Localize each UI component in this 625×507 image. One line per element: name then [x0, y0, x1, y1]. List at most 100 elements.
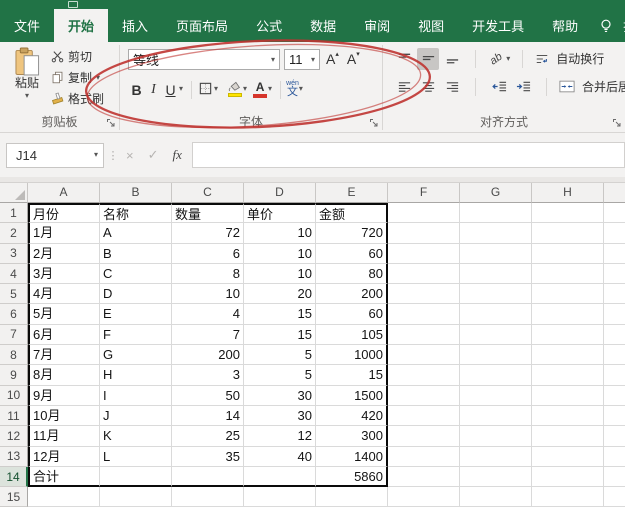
cell-I11[interactable]: [604, 406, 625, 427]
phonetic-guide-button[interactable]: wén 文: [286, 80, 299, 98]
tab-页面布局[interactable]: 页面布局: [162, 9, 242, 42]
font-color-dropdown-arrow[interactable]: ▾: [268, 85, 272, 93]
cell-C4[interactable]: 8: [172, 263, 244, 285]
cell-E8[interactable]: 1000: [316, 345, 388, 366]
cell-D9[interactable]: 5: [244, 365, 316, 386]
cell-G13[interactable]: [460, 446, 532, 467]
cell-F7[interactable]: [388, 324, 460, 346]
font-name-combo[interactable]: 等线 ▾: [128, 49, 280, 70]
cell-D13[interactable]: 40: [244, 446, 316, 467]
cell-I4[interactable]: [604, 264, 625, 285]
cell-A8[interactable]: 7月: [28, 345, 100, 366]
cell-B3[interactable]: B: [100, 243, 172, 264]
cell-B12[interactable]: K: [100, 426, 172, 447]
tab-插入[interactable]: 插入: [108, 9, 162, 42]
cell-I9[interactable]: [604, 365, 625, 386]
cell-H3[interactable]: [532, 243, 604, 264]
cell-A9[interactable]: 8月: [28, 365, 100, 386]
cell-G5[interactable]: [460, 284, 532, 305]
row-header-13[interactable]: 13: [0, 446, 28, 467]
cell-G1[interactable]: [460, 203, 532, 224]
cell-I8[interactable]: [604, 345, 625, 366]
cell-B13[interactable]: L: [100, 446, 172, 467]
font-size-dropdown-arrow[interactable]: ▾: [311, 55, 315, 64]
cell-H9[interactable]: [532, 365, 604, 386]
insert-function-button[interactable]: fx: [173, 147, 182, 163]
cell-B8[interactable]: G: [100, 345, 172, 366]
row-header-14[interactable]: 14: [0, 466, 28, 488]
cell-B14[interactable]: [100, 466, 172, 488]
cell-C7[interactable]: 7: [172, 324, 244, 346]
fill-color-dropdown-arrow[interactable]: ▾: [243, 85, 247, 93]
cell-F2[interactable]: [388, 223, 460, 244]
cell-A4[interactable]: 3月: [28, 263, 100, 285]
cell-E4[interactable]: 80: [316, 263, 388, 285]
cell-A3[interactable]: 2月: [28, 243, 100, 264]
cell-I13[interactable]: [604, 447, 625, 467]
clipboard-dialog-launcher-icon[interactable]: [106, 118, 116, 128]
row-header-2[interactable]: 2: [0, 223, 28, 244]
cell-C10[interactable]: 50: [172, 385, 244, 406]
cell-F4[interactable]: [388, 263, 460, 285]
name-box[interactable]: J14 ▾: [6, 142, 104, 168]
format-painter-button[interactable]: 格式刷: [51, 90, 104, 107]
cell-D3[interactable]: 10: [244, 243, 316, 264]
cell-G6[interactable]: [460, 304, 532, 325]
column-header-E[interactable]: E: [316, 183, 388, 203]
cell-H6[interactable]: [532, 304, 604, 325]
row-header-12[interactable]: 12: [0, 426, 28, 447]
cut-button[interactable]: 剪切: [51, 48, 104, 65]
cell-D11[interactable]: 30: [244, 405, 316, 427]
cell-C1[interactable]: 数量: [172, 203, 244, 224]
column-header-C[interactable]: C: [172, 183, 244, 203]
wrap-text-button[interactable]: 自动换行: [535, 50, 604, 67]
row-header-15[interactable]: 15: [0, 487, 28, 507]
cell-H11[interactable]: [532, 405, 604, 427]
cell-E11[interactable]: 420: [316, 405, 388, 427]
cell-D8[interactable]: 5: [244, 345, 316, 366]
cell-C3[interactable]: 6: [172, 243, 244, 264]
cell-G10[interactable]: [460, 385, 532, 406]
bold-button[interactable]: B: [128, 78, 145, 100]
cell-E13[interactable]: 1400: [316, 446, 388, 467]
cell-E15[interactable]: [316, 487, 388, 507]
cell-B2[interactable]: A: [100, 223, 172, 244]
tab-开发工具[interactable]: 开发工具: [458, 9, 538, 42]
cell-A15[interactable]: [28, 487, 100, 507]
underline-button[interactable]: U: [162, 78, 179, 100]
row-header-3[interactable]: 3: [0, 243, 28, 264]
column-header-B[interactable]: B: [100, 183, 172, 203]
cancel-button[interactable]: ×: [126, 148, 134, 163]
enter-button[interactable]: ✓: [148, 147, 159, 163]
cell-C12[interactable]: 25: [172, 426, 244, 447]
phonetic-dropdown-arrow[interactable]: ▾: [299, 85, 303, 93]
cell-E5[interactable]: 200: [316, 284, 388, 305]
cell-I5[interactable]: [604, 284, 625, 305]
copy-button[interactable]: 复制 ▾: [51, 69, 104, 86]
cell-E7[interactable]: 105: [316, 324, 388, 346]
cell-I1[interactable]: [604, 203, 625, 224]
cell-C9[interactable]: 3: [172, 365, 244, 386]
row-header-6[interactable]: 6: [0, 304, 28, 325]
align-bottom-button[interactable]: [441, 48, 463, 70]
select-all-corner[interactable]: [0, 183, 28, 203]
cell-B5[interactable]: D: [100, 284, 172, 305]
column-header-A[interactable]: A: [28, 183, 100, 203]
tab-审阅[interactable]: 审阅: [350, 9, 404, 42]
cell-H8[interactable]: [532, 345, 604, 366]
cell-E14[interactable]: 5860: [316, 466, 388, 488]
shrink-font-button[interactable]: A ▾: [345, 51, 362, 67]
name-box-dropdown-arrow[interactable]: ▾: [94, 151, 98, 159]
cell-D10[interactable]: 30: [244, 385, 316, 406]
alignment-dialog-launcher-icon[interactable]: [612, 118, 622, 128]
align-top-button[interactable]: [393, 48, 415, 70]
cell-A6[interactable]: 5月: [28, 304, 100, 325]
cell-B15[interactable]: [100, 487, 172, 507]
cell-B10[interactable]: I: [100, 385, 172, 406]
grow-font-button[interactable]: A ▴: [324, 51, 341, 67]
paste-button[interactable]: 粘贴 ▾: [7, 47, 47, 100]
cell-G14[interactable]: [460, 466, 532, 488]
tab-帮助[interactable]: 帮助: [538, 9, 592, 42]
cell-F11[interactable]: [388, 405, 460, 427]
underline-dropdown-arrow[interactable]: ▾: [179, 85, 183, 93]
